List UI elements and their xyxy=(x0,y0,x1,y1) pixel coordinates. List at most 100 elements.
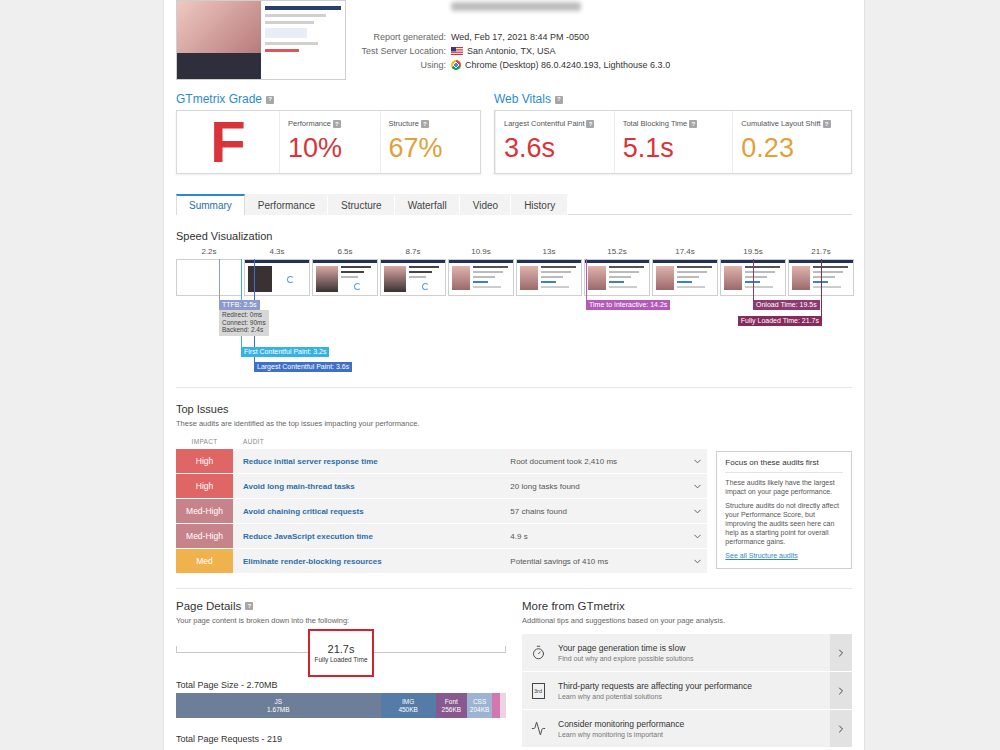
tick-label: 13s xyxy=(516,247,582,257)
impact-badge: High xyxy=(176,474,233,498)
marker-label: TTFB: 2.5s xyxy=(219,300,260,310)
page-thumbnail xyxy=(176,0,346,80)
frame-photo xyxy=(248,266,272,292)
frame-photo xyxy=(656,266,674,290)
help-icon[interactable]: ? xyxy=(823,120,831,128)
frame-nav xyxy=(449,260,513,263)
frame[interactable] xyxy=(312,259,378,296)
size-segment[interactable] xyxy=(500,693,506,718)
help-icon[interactable]: ? xyxy=(586,120,594,128)
issues-table: HighReduce initial server response timeR… xyxy=(176,449,707,574)
size-segment[interactable]: Font256KB xyxy=(436,693,467,718)
frame-nav xyxy=(313,260,377,263)
frame[interactable] xyxy=(516,259,582,296)
tab[interactable]: History xyxy=(511,194,568,215)
frame[interactable] xyxy=(176,259,242,296)
third-party-icon: 3rd xyxy=(532,683,545,699)
divider xyxy=(176,588,852,589)
report-header: Report generated:Wed, Feb 17, 2021 8:44 … xyxy=(176,0,852,82)
chevron-right-icon[interactable] xyxy=(835,723,847,735)
tab[interactable]: Structure xyxy=(328,194,395,215)
info-value: Wed, Feb 17, 2021 8:44 PM -0500 xyxy=(451,30,670,44)
chevron-down-icon[interactable] xyxy=(692,556,703,567)
help-icon[interactable]: ? xyxy=(421,120,429,128)
info-label: Test Server Location: xyxy=(356,44,446,58)
size-segment[interactable] xyxy=(492,693,500,718)
frame-body xyxy=(449,263,513,295)
frame-photo xyxy=(792,266,810,290)
info-value: San Antonio, TX, USA xyxy=(451,44,670,58)
impact-badge: High xyxy=(176,449,233,473)
section-subtitle: Additional tips and suggestions based on… xyxy=(522,616,852,626)
structure-audits-link[interactable]: See all Structure audits xyxy=(725,551,843,560)
tip-item[interactable]: 3rdThird-party requests are affecting yo… xyxy=(522,672,852,709)
vitals-box: Largest Contentful Paint ?3.6sTotal Bloc… xyxy=(494,110,852,174)
issue-row[interactable]: Med-HighReduce JavaScript execution time… xyxy=(176,524,707,549)
speed-visualization: Speed Visualization2.2s4.3s6.5s8.7s10.9s… xyxy=(176,229,852,375)
section-subtitle: Your page content is broken down into th… xyxy=(176,616,506,626)
tab[interactable]: Performance xyxy=(245,194,328,215)
tip-item[interactable]: Consider monitoring performanceLearn why… xyxy=(522,710,852,747)
chevron-down-icon[interactable] xyxy=(692,456,703,467)
grade-box: FPerformance ?10%Structure ?67% xyxy=(176,110,481,174)
help-icon[interactable]: ? xyxy=(266,96,274,104)
top-issues: Top IssuesThese audits are identified as… xyxy=(176,402,852,574)
tick-label: 21.7s xyxy=(788,247,854,257)
help-icon[interactable]: ? xyxy=(555,96,563,104)
chevron-down-icon[interactable] xyxy=(692,481,703,492)
chevron-right-icon[interactable] xyxy=(835,685,847,697)
tick-label: 17.4s xyxy=(652,247,718,257)
issue-row[interactable]: MedEliminate render-blocking resourcesPo… xyxy=(176,549,707,574)
frame[interactable] xyxy=(380,259,446,296)
chevron-down-icon[interactable] xyxy=(692,531,703,542)
issue-row[interactable]: Med-HighAvoid chaining critical requests… xyxy=(176,499,707,524)
tab[interactable]: Video xyxy=(460,194,511,215)
frame[interactable] xyxy=(584,259,650,296)
size-segment[interactable]: JS1.67MB xyxy=(176,693,381,718)
frame[interactable] xyxy=(652,259,718,296)
tab[interactable]: Waterfall xyxy=(395,194,460,215)
chevron-down-icon[interactable] xyxy=(692,506,703,517)
page-requests-title: Total Page Requests - 219 xyxy=(176,734,506,745)
tip-item[interactable]: Your page generation time is slowFind ou… xyxy=(522,634,852,671)
marker-line xyxy=(821,259,822,316)
frame-body xyxy=(517,263,581,295)
issue-row[interactable]: HighAvoid long main-thread tasks20 long … xyxy=(176,474,707,499)
section-title: Web Vitals ? xyxy=(494,92,852,107)
focus-box: Focus on these audits firstThese audits … xyxy=(716,451,852,569)
frame-nav xyxy=(517,260,581,263)
grade-letter: F xyxy=(177,111,279,173)
tab[interactable]: Summary xyxy=(176,194,245,215)
issue-row[interactable]: HighReduce initial server response timeR… xyxy=(176,449,707,474)
tick-label: 19.5s xyxy=(720,247,786,257)
focus-text: Structure audits do not directly affect … xyxy=(725,501,843,546)
tick-label: 2.2s xyxy=(176,247,242,257)
marker-details: Redirect: 0msConnect: 90msBackend: 2.4s xyxy=(219,310,269,336)
chevron-right-icon[interactable] xyxy=(835,647,847,659)
help-icon[interactable]: ? xyxy=(333,120,341,128)
spinner-icon xyxy=(422,283,429,290)
audit-detail: 4.9 s xyxy=(510,524,687,548)
section-subtitle: These audits are identified as the top i… xyxy=(176,419,852,429)
tick-row: 2.2s4.3s6.5s8.7s10.9s13s15.2s17.4s19.5s2… xyxy=(176,247,854,257)
tick-label: 6.5s xyxy=(312,247,378,257)
page-size-title: Total Page Size - 2.70MB xyxy=(176,680,506,691)
help-icon[interactable]: ? xyxy=(689,120,697,128)
marker-line xyxy=(219,259,220,300)
tick-label: 15.2s xyxy=(584,247,650,257)
info-value: Chrome (Desktop) 86.0.4240.193, Lighthou… xyxy=(451,58,670,72)
metric-cell: Structure ?67% xyxy=(380,111,481,173)
timeline: 2.2s4.3s6.5s8.7s10.9s13s15.2s17.4s19.5s2… xyxy=(176,247,854,375)
frame-photo xyxy=(588,266,606,290)
fully-loaded-box: 21.7sFully Loaded Time xyxy=(308,629,373,677)
help-icon[interactable]: ? xyxy=(245,602,253,610)
size-segment[interactable]: CSS204KB xyxy=(467,693,492,718)
info-label: Using: xyxy=(356,58,446,72)
more-from-gtmetrix: More from GTmetrixAdditional tips and su… xyxy=(522,599,852,747)
size-segment[interactable]: IMG450KB xyxy=(381,693,436,718)
marker-label: Onload Time: 19.5s xyxy=(753,300,820,310)
frame[interactable] xyxy=(448,259,514,296)
frame-photo xyxy=(316,266,338,292)
page: Report generated:Wed, Feb 17, 2021 8:44 … xyxy=(0,0,1000,750)
audit-name: Avoid long main-thread tasks xyxy=(233,474,510,498)
